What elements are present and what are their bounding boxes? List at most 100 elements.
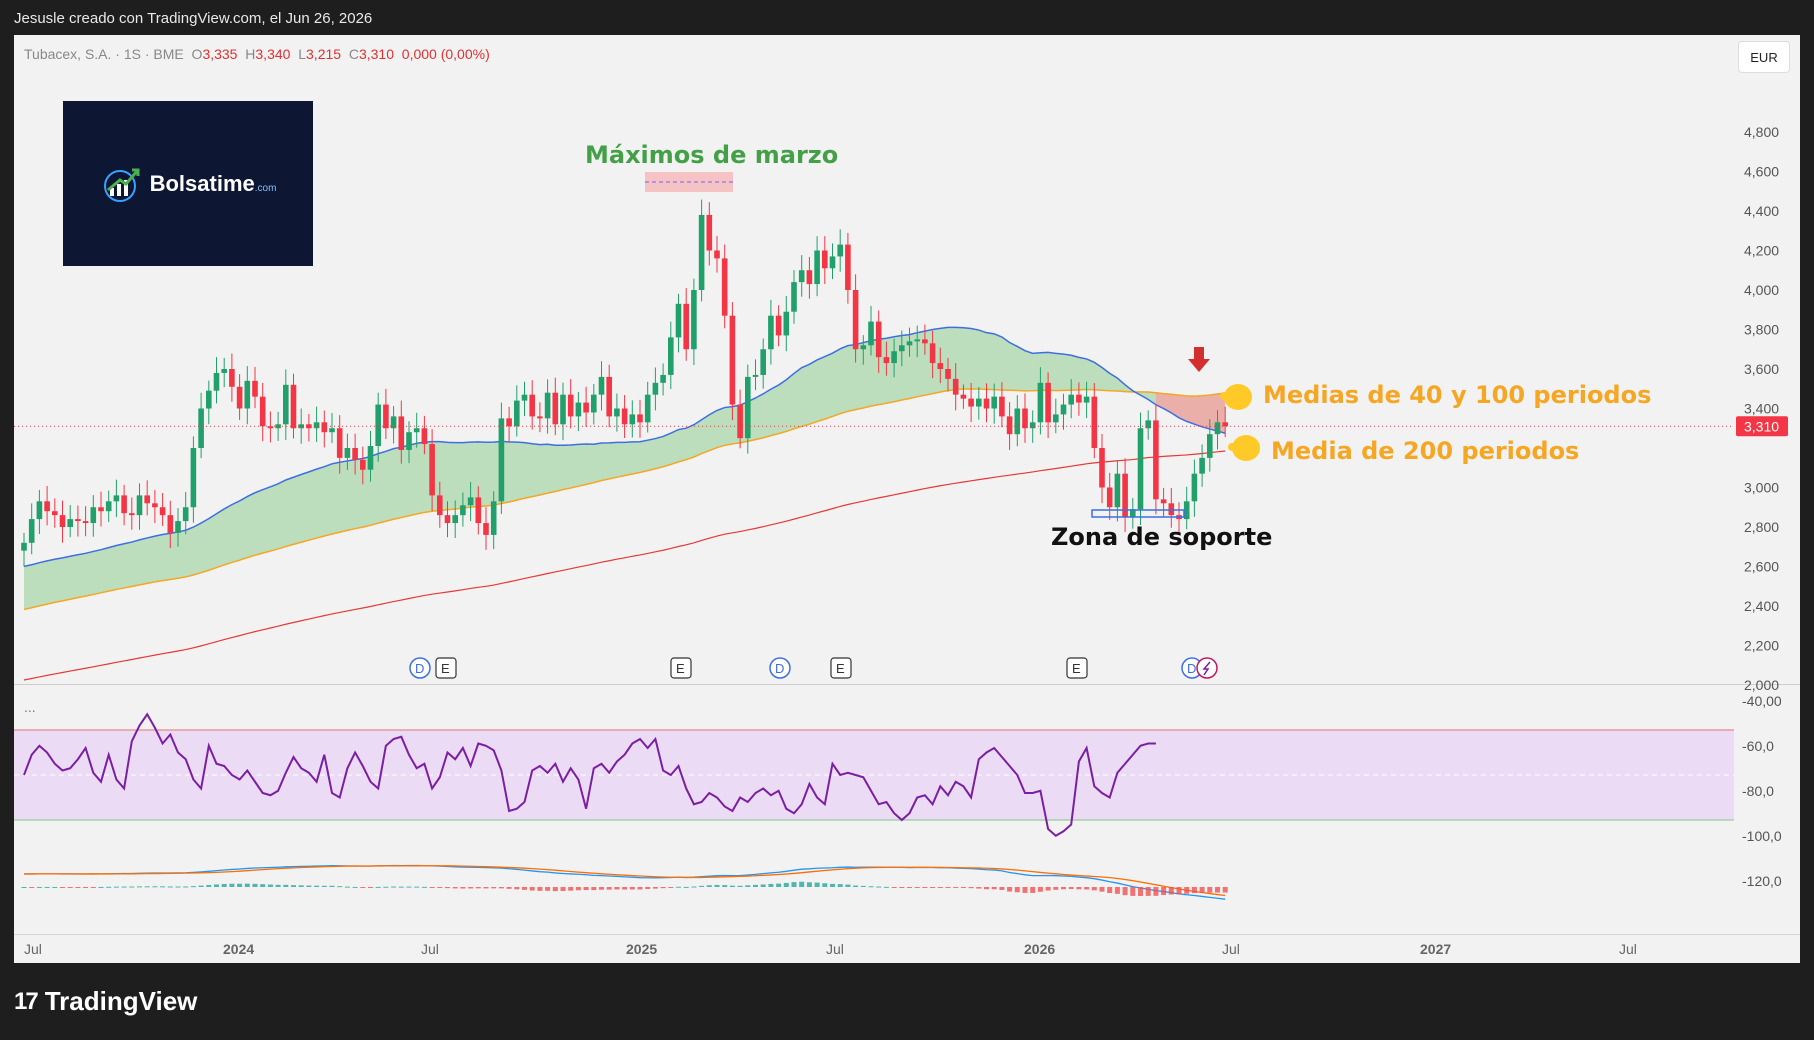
earnings-marker-label: E xyxy=(441,661,450,676)
price-tick-label: 4,000 xyxy=(1744,282,1779,298)
macd-histogram-bar xyxy=(1199,887,1205,893)
macd-histogram-bar xyxy=(668,887,674,888)
macd-histogram-bar xyxy=(198,885,204,887)
macd-histogram-bar xyxy=(160,886,166,888)
macd-histogram-bar xyxy=(999,887,1005,890)
macd-histogram-bar xyxy=(899,887,905,888)
ma-200-label: Media de 200 periodos xyxy=(1271,437,1579,465)
macd-histogram-bar xyxy=(406,886,412,888)
candle-body xyxy=(637,414,643,423)
candle-body xyxy=(159,507,166,516)
candle-body xyxy=(1006,416,1013,435)
candle-body xyxy=(52,511,58,516)
macd-histogram-bar xyxy=(645,887,651,890)
candle-body xyxy=(129,513,135,516)
macd-histogram-bar xyxy=(414,886,420,888)
macd-histogram-bar xyxy=(421,886,427,888)
macd-histogram-bar xyxy=(260,884,266,887)
macd-histogram-bar xyxy=(575,887,581,891)
macd-histogram-bar xyxy=(106,886,112,888)
macd-histogram-bar xyxy=(760,884,766,887)
candle-body xyxy=(1060,404,1067,415)
march-highs-label: Máximos de marzo xyxy=(585,141,838,169)
candle-body xyxy=(1099,448,1105,488)
candle-body xyxy=(1137,428,1144,510)
candle-body xyxy=(544,392,551,419)
price-tick-label: 3,600 xyxy=(1744,361,1779,377)
price-tick-label: 2,400 xyxy=(1744,598,1779,614)
macd-histogram-bar xyxy=(129,886,135,888)
macd-histogram-bar xyxy=(552,887,558,892)
chart-canvas[interactable]: 4,800 4,600 4,400 4,200 4,000 3,800 3,600 3,400… xyxy=(0,0,1814,1040)
candle-body xyxy=(144,495,150,504)
candle-body xyxy=(498,418,505,502)
macd-histogram-bar xyxy=(306,885,312,887)
macd-histogram-bar xyxy=(806,882,812,887)
candle-body xyxy=(383,404,389,429)
macd-histogram-bar xyxy=(152,886,158,888)
macd-histogram-bar xyxy=(991,887,997,890)
candle-body xyxy=(560,394,566,425)
macd-histogram-bar xyxy=(753,884,758,887)
macd-histogram-bar xyxy=(876,886,882,888)
time-tick-label: Jul xyxy=(826,941,844,957)
candle-body xyxy=(1083,396,1090,403)
candle-body xyxy=(745,376,751,439)
candle-body xyxy=(1106,487,1113,508)
candle-body xyxy=(1045,382,1051,423)
candle-body xyxy=(221,369,227,373)
macd-histogram-bar xyxy=(1145,887,1151,896)
pointing-hand-icon-finger xyxy=(1228,443,1250,451)
macd-histogram-bar xyxy=(745,885,751,887)
split-icon xyxy=(1196,657,1218,679)
candle-body xyxy=(344,448,351,458)
macd-histogram-bar xyxy=(907,887,912,888)
candle-body xyxy=(706,214,713,251)
macd-histogram-bar xyxy=(622,887,628,890)
candle-body xyxy=(44,501,50,512)
time-axis-divider xyxy=(14,934,1800,935)
macd-histogram-bar xyxy=(475,887,481,889)
macd-histogram-bar xyxy=(714,884,720,887)
candle-body xyxy=(783,311,790,336)
macd-histogram-bar xyxy=(1091,887,1097,891)
candle-body xyxy=(483,523,489,535)
macd-histogram-bar xyxy=(321,885,327,887)
macd-line xyxy=(23,864,1226,900)
candle-body xyxy=(983,398,990,409)
macd-histogram-bar xyxy=(652,887,658,889)
candle-body xyxy=(1091,396,1098,448)
candle-body xyxy=(899,345,905,352)
candle-body xyxy=(437,495,443,516)
candle-body xyxy=(999,396,1005,417)
macd-histogram-bar xyxy=(976,887,982,889)
candle-body xyxy=(105,501,112,512)
price-tick-label: 3,400 xyxy=(1744,401,1779,417)
candle-body xyxy=(752,374,759,377)
candle-body xyxy=(1022,408,1028,429)
macd-histogram-bar xyxy=(1014,887,1020,893)
candle-body xyxy=(529,394,535,417)
candle-body xyxy=(1191,473,1198,502)
candle-body xyxy=(28,519,35,543)
candle-body xyxy=(714,250,720,259)
candle-body xyxy=(1053,414,1059,423)
indicator-tick-label: -60,0 xyxy=(1742,738,1774,754)
candle-body xyxy=(375,404,381,447)
candle-body xyxy=(737,404,743,439)
candle-body xyxy=(875,321,882,358)
macd-histogram-bar xyxy=(344,886,350,888)
macd-histogram-bar xyxy=(814,882,820,887)
macd-histogram-bar xyxy=(722,885,728,887)
macd-histogram-bar xyxy=(1114,887,1120,894)
macd-histogram-bar xyxy=(1168,887,1174,895)
earnings-marker-label: E xyxy=(676,661,685,676)
time-tick-label: Jul xyxy=(1222,941,1240,957)
candle-body xyxy=(629,414,636,425)
time-tick-label: Jul xyxy=(421,941,439,957)
macd-histogram-bar xyxy=(676,886,681,888)
dividend-icon: D xyxy=(409,657,431,679)
candle-body xyxy=(1014,408,1021,435)
candle-body xyxy=(213,372,220,391)
macd-histogram-bar xyxy=(660,887,666,889)
